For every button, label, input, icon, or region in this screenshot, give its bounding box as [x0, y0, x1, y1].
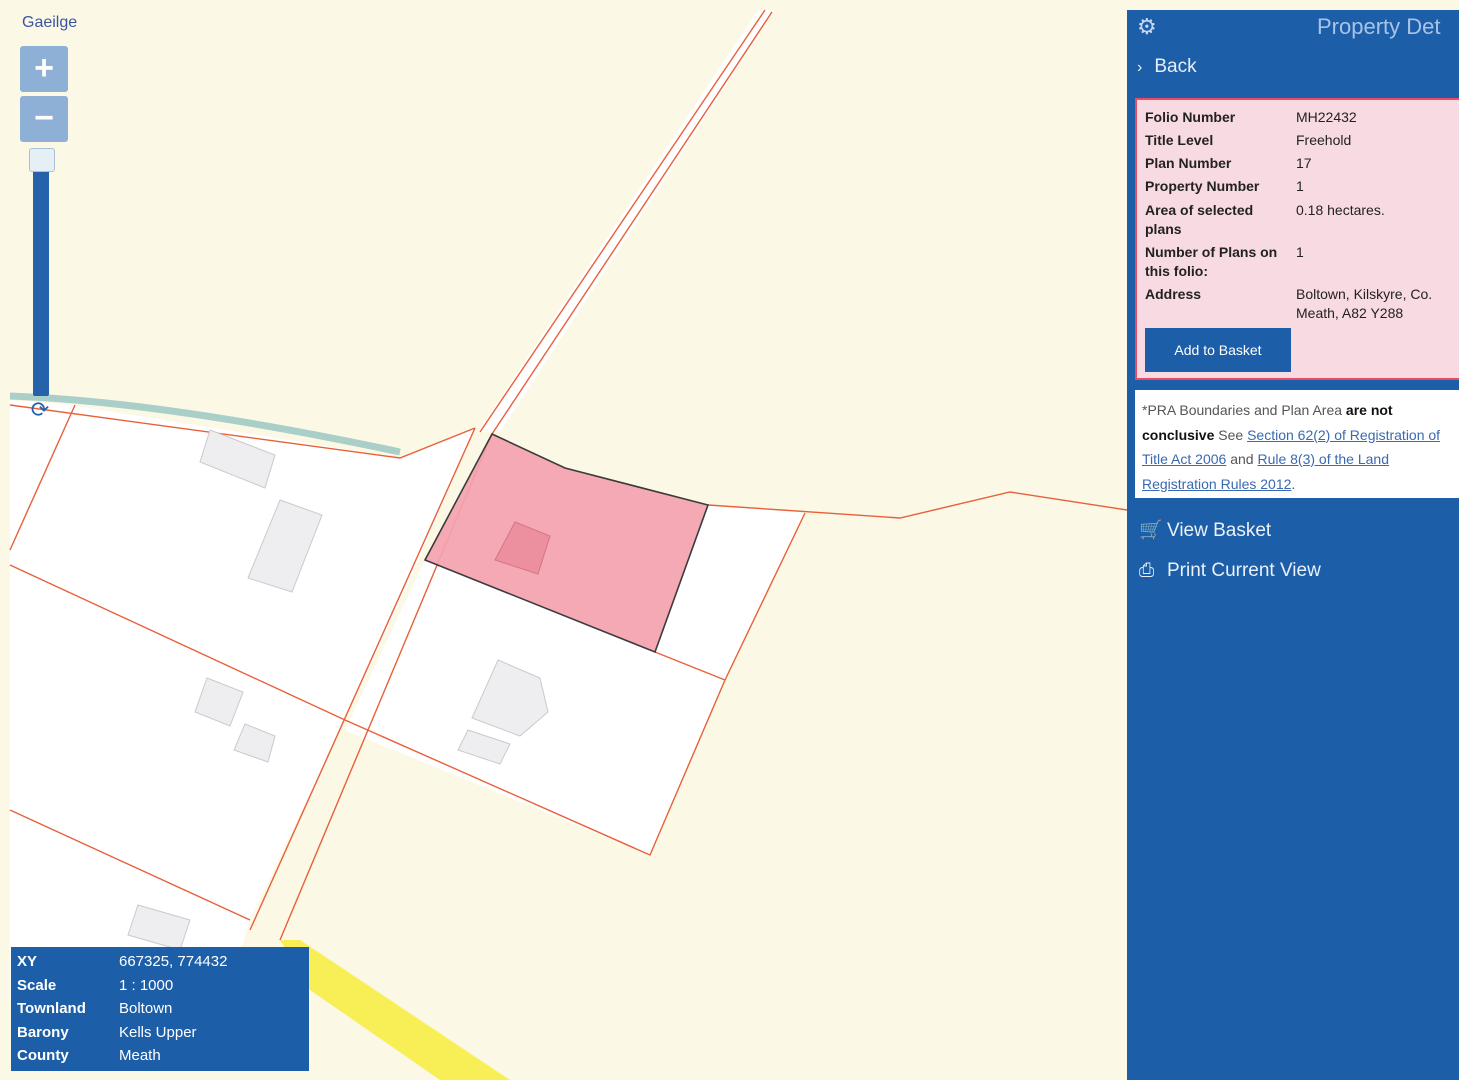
- zoom-out-button[interactable]: −: [20, 96, 68, 142]
- view-basket-label: View Basket: [1167, 520, 1272, 541]
- info-label: XY: [17, 953, 38, 970]
- chevron-right-icon: ›: [1137, 59, 1143, 76]
- disclaimer-and: and: [1226, 451, 1258, 467]
- info-label: County: [17, 1047, 69, 1064]
- info-value: 1 : 1000: [119, 977, 174, 994]
- cart-icon: 🛒: [1139, 520, 1163, 541]
- title-level-value: Freehold: [1296, 132, 1352, 148]
- panel-header: ⚙ Property Det: [1127, 10, 1459, 46]
- plan-number-value: 17: [1296, 155, 1312, 171]
- detail-label: Plan Number: [1145, 155, 1232, 171]
- printer-icon: ⎙: [1139, 560, 1155, 581]
- info-label: Townland: [17, 1000, 86, 1017]
- info-row-scale: Scale 1 : 1000: [17, 977, 173, 994]
- info-label: Barony: [17, 1024, 69, 1041]
- panel-title: Property Det: [1317, 14, 1441, 39]
- language-link[interactable]: Gaeilge: [22, 14, 77, 32]
- zoom-slider-track[interactable]: [33, 150, 49, 396]
- property-details-panel: ⚙ Property Det › Back Folio Number MH2243…: [1127, 10, 1459, 1080]
- zoom-in-button[interactable]: +: [20, 46, 68, 92]
- area-value: 0.18 hectares.: [1296, 202, 1385, 218]
- info-value: 667325, 774432: [119, 953, 228, 970]
- info-row-county: County Meath: [17, 1047, 161, 1064]
- detail-label: Number of Plans on this folio:: [1145, 244, 1278, 279]
- gear-icon[interactable]: ⚙: [1137, 14, 1157, 40]
- info-row-barony: Barony Kells Upper: [17, 1024, 197, 1041]
- detail-label: Address: [1145, 286, 1202, 302]
- refresh-icon[interactable]: ⟳: [28, 398, 52, 422]
- info-value: Kells Upper: [119, 1024, 197, 1041]
- info-label: Scale: [17, 977, 57, 994]
- detail-label: Title Level: [1145, 132, 1214, 148]
- detail-label: Property Number: [1145, 178, 1260, 194]
- num-plans-value: 1: [1296, 244, 1304, 260]
- detail-label: Area of selected plans: [1145, 202, 1254, 237]
- disclaimer-box: *PRA Boundaries and Plan Area are not co…: [1135, 390, 1459, 498]
- property-details-card: Folio Number MH22432 Title Level Freehol…: [1135, 98, 1459, 380]
- view-basket-link[interactable]: 🛒 View Basket: [1139, 518, 1271, 542]
- info-value: Boltown: [119, 1000, 173, 1017]
- disclaimer-see: See: [1214, 426, 1248, 443]
- back-label: Back: [1154, 56, 1197, 77]
- print-view-label: Print Current View: [1167, 560, 1321, 581]
- disclaimer-prefix: *PRA Boundaries and Plan Area: [1142, 402, 1346, 418]
- address-value: Boltown, Kilskyre, Co. Meath, A82 Y288: [1296, 286, 1433, 321]
- info-row-xy: XY 667325, 774432: [17, 953, 227, 970]
- info-row-townland: Townland Boltown: [17, 1000, 172, 1017]
- location-info-box: XY 667325, 774432 Scale 1 : 1000 Townland B…: [11, 947, 309, 1071]
- detail-label: Folio Number: [1145, 109, 1236, 125]
- folio-number-value: MH22432: [1296, 109, 1357, 125]
- print-view-link[interactable]: ⎙ Print Current View: [1139, 560, 1321, 582]
- info-value: Meath: [119, 1047, 161, 1064]
- zoom-slider-handle[interactable]: [29, 148, 55, 172]
- property-number-value: 1: [1296, 178, 1304, 194]
- back-button[interactable]: › Back: [1137, 56, 1197, 78]
- disclaimer-end: .: [1291, 475, 1296, 492]
- add-to-basket-button[interactable]: Add to Basket: [1145, 328, 1291, 372]
